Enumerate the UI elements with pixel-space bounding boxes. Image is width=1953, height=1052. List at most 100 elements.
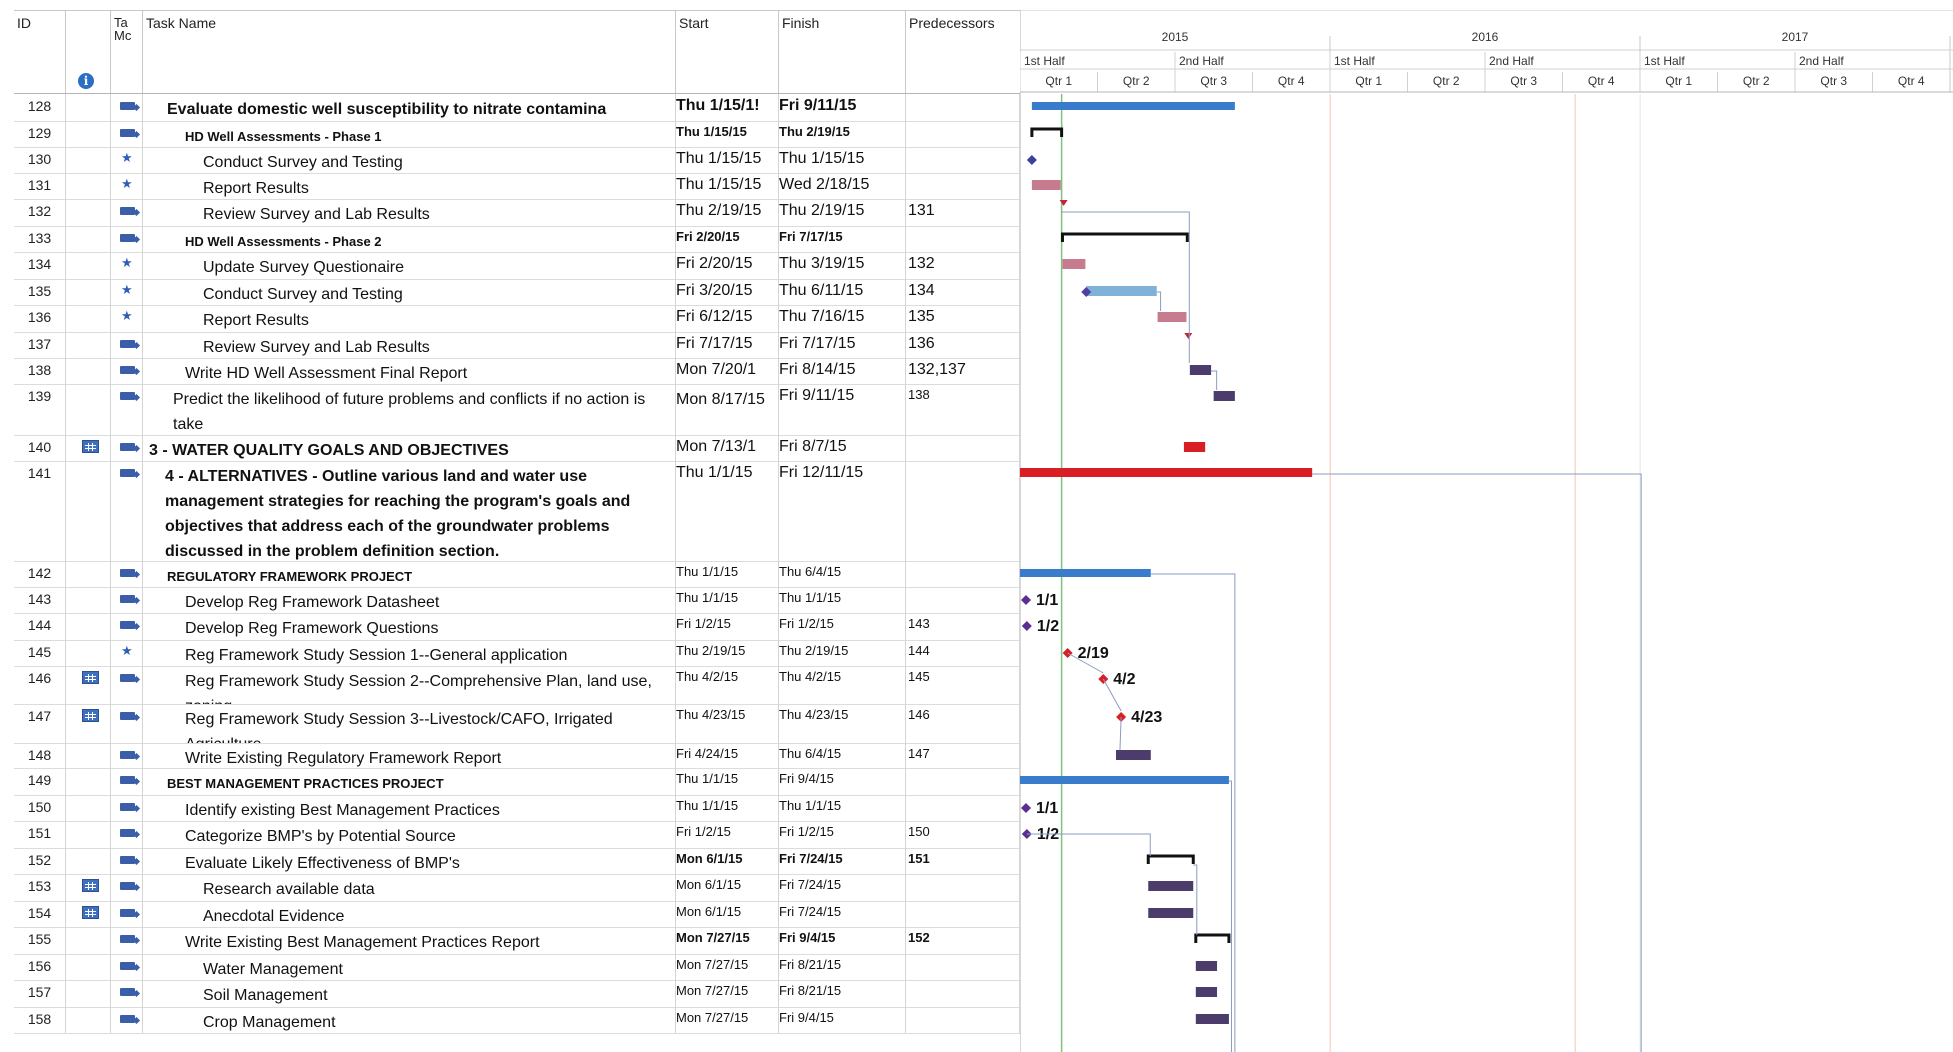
task-name-cell[interactable]: Soil Management: [143, 980, 676, 1007]
row-id-cell[interactable]: 146: [14, 666, 66, 704]
row-id-cell[interactable]: 143: [14, 587, 66, 613]
row-id-cell[interactable]: 129: [14, 121, 66, 147]
finish-cell[interactable]: Thu 2/19/15: [779, 121, 906, 147]
row-id-cell[interactable]: 148: [14, 743, 66, 768]
row-task-mode-cell[interactable]: [111, 199, 143, 226]
finish-cell[interactable]: Thu 1/1/15: [779, 587, 906, 613]
start-cell[interactable]: Thu 1/1/15: [676, 795, 779, 821]
row-task-mode-cell[interactable]: [111, 613, 143, 640]
row-id-cell[interactable]: 155: [14, 927, 66, 954]
row-task-mode-cell[interactable]: ★: [111, 252, 143, 279]
task-name-cell[interactable]: Write Existing Best Management Practices…: [143, 927, 676, 954]
task-name-cell[interactable]: Update Survey Questionaire: [143, 252, 676, 279]
task-name-cell[interactable]: Develop Reg Framework Questions: [143, 613, 676, 640]
row-id-cell[interactable]: 147: [14, 704, 66, 743]
task-name-cell[interactable]: Reg Framework Study Session 3--Livestock…: [143, 704, 676, 743]
table-row[interactable]: 153 Research available data Mon 6/1/15 Fri …: [14, 874, 1020, 902]
row-task-mode-cell[interactable]: [111, 768, 143, 795]
finish-cell[interactable]: Fri 1/2/15: [779, 821, 906, 848]
column-header-task-name[interactable]: Task Name: [143, 11, 676, 93]
row-task-mode-cell[interactable]: ★: [111, 147, 143, 173]
row-id-cell[interactable]: 137: [14, 332, 66, 358]
finish-cell[interactable]: Fri 8/14/15: [779, 358, 906, 384]
finish-cell[interactable]: Thu 1/1/15: [779, 795, 906, 821]
finish-cell[interactable]: Fri 8/21/15: [779, 954, 906, 980]
task-name-cell[interactable]: Write Existing Regulatory Framework Repo…: [143, 743, 676, 768]
task-name-cell[interactable]: Water Management: [143, 954, 676, 980]
table-row[interactable]: 145 ★ Reg Framework Study Session 1--Gener…: [14, 640, 1020, 667]
predecessors-cell[interactable]: 150: [906, 821, 1020, 848]
finish-cell[interactable]: Fri 8/7/15: [779, 435, 906, 461]
predecessors-cell[interactable]: [906, 980, 1020, 1007]
table-row[interactable]: 139 Predict the likelihood of future prob…: [14, 384, 1020, 436]
finish-cell[interactable]: Wed 2/18/15: [779, 173, 906, 199]
row-task-mode-cell[interactable]: [111, 94, 143, 121]
predecessors-cell[interactable]: 145: [906, 666, 1020, 704]
table-row[interactable]: 150 Identify existing Best Management Pra…: [14, 795, 1020, 822]
task-name-cell[interactable]: Crop Management: [143, 1007, 676, 1033]
table-row[interactable]: 138 Write HD Well Assessment Final Report…: [14, 358, 1020, 385]
start-cell[interactable]: Thu 1/1/15: [676, 461, 779, 561]
row-id-cell[interactable]: 138: [14, 358, 66, 384]
predecessors-cell[interactable]: 144: [906, 640, 1020, 666]
row-task-mode-cell[interactable]: [111, 461, 143, 561]
table-row[interactable]: 141 4 - ALTERNATIVES - Outline various la…: [14, 461, 1020, 562]
start-cell[interactable]: Thu 2/19/15: [676, 640, 779, 666]
row-task-mode-cell[interactable]: [111, 980, 143, 1007]
row-id-cell[interactable]: 152: [14, 848, 66, 874]
task-name-cell[interactable]: 4 - ALTERNATIVES - Outline various land …: [143, 461, 676, 561]
start-cell[interactable]: Mon 6/1/15: [676, 901, 779, 927]
task-name-cell[interactable]: Reg Framework Study Session 1--General a…: [143, 640, 676, 666]
start-cell[interactable]: Fri 1/2/15: [676, 613, 779, 640]
task-name-cell[interactable]: HD Well Assessments - Phase 2: [143, 226, 676, 252]
predecessors-cell[interactable]: 152: [906, 927, 1020, 954]
finish-cell[interactable]: Thu 4/23/15: [779, 704, 906, 743]
predecessors-cell[interactable]: [906, 461, 1020, 561]
start-cell[interactable]: Fri 1/2/15: [676, 821, 779, 848]
start-cell[interactable]: Fri 6/12/15: [676, 305, 779, 332]
column-header-id[interactable]: ID: [14, 11, 66, 93]
row-task-mode-cell[interactable]: [111, 821, 143, 848]
start-cell[interactable]: Thu 4/2/15: [676, 666, 779, 704]
row-id-cell[interactable]: 149: [14, 768, 66, 795]
finish-cell[interactable]: Thu 6/4/15: [779, 561, 906, 587]
finish-cell[interactable]: Fri 7/24/15: [779, 901, 906, 927]
row-task-mode-cell[interactable]: [111, 795, 143, 821]
row-task-mode-cell[interactable]: [111, 704, 143, 743]
finish-cell[interactable]: Fri 9/4/15: [779, 927, 906, 954]
row-id-cell[interactable]: 156: [14, 954, 66, 980]
row-task-mode-cell[interactable]: [111, 848, 143, 874]
row-task-mode-cell[interactable]: [111, 666, 143, 704]
start-cell[interactable]: Mon 7/27/15: [676, 954, 779, 980]
table-row[interactable]: 156 Water Management Mon 7/27/15 Fri 8/21/1…: [14, 954, 1020, 981]
task-name-cell[interactable]: Report Results: [143, 173, 676, 199]
row-task-mode-cell[interactable]: [111, 435, 143, 461]
finish-cell[interactable]: Thu 4/2/15: [779, 666, 906, 704]
finish-cell[interactable]: Thu 6/11/15: [779, 279, 906, 305]
table-row[interactable]: 155 Write Existing Best Management Practi…: [14, 927, 1020, 955]
task-name-cell[interactable]: Conduct Survey and Testing: [143, 279, 676, 305]
row-task-mode-cell[interactable]: [111, 384, 143, 435]
task-name-cell[interactable]: Review Survey and Lab Results: [143, 332, 676, 358]
row-task-mode-cell[interactable]: [111, 358, 143, 384]
row-task-mode-cell[interactable]: [111, 954, 143, 980]
gantt-chart[interactable]: 2015 2016 2017 1st Half 2nd Half 1st Half 2nd …: [1020, 10, 1953, 1052]
row-id-cell[interactable]: 134: [14, 252, 66, 279]
table-row[interactable]: 147 Reg Framework Study Session 3--Livest…: [14, 704, 1020, 744]
column-header-task-mode[interactable]: Ta Mc: [111, 11, 143, 93]
row-id-cell[interactable]: 153: [14, 874, 66, 901]
row-task-mode-cell[interactable]: ★: [111, 640, 143, 666]
finish-cell[interactable]: Thu 3/19/15: [779, 252, 906, 279]
task-name-cell[interactable]: Anecdotal Evidence: [143, 901, 676, 927]
start-cell[interactable]: Thu 2/19/15: [676, 199, 779, 226]
task-name-cell[interactable]: Identify existing Best Management Practi…: [143, 795, 676, 821]
start-cell[interactable]: Mon 7/20/1: [676, 358, 779, 384]
finish-cell[interactable]: Thu 1/15/15: [779, 147, 906, 173]
row-task-mode-cell[interactable]: [111, 587, 143, 613]
start-cell[interactable]: Mon 8/17/15: [676, 384, 779, 435]
column-header-finish[interactable]: Finish: [779, 11, 906, 93]
row-id-cell[interactable]: 142: [14, 561, 66, 587]
predecessors-cell[interactable]: 147: [906, 743, 1020, 768]
task-name-cell[interactable]: Conduct Survey and Testing: [143, 147, 676, 173]
row-task-mode-cell[interactable]: [111, 743, 143, 768]
